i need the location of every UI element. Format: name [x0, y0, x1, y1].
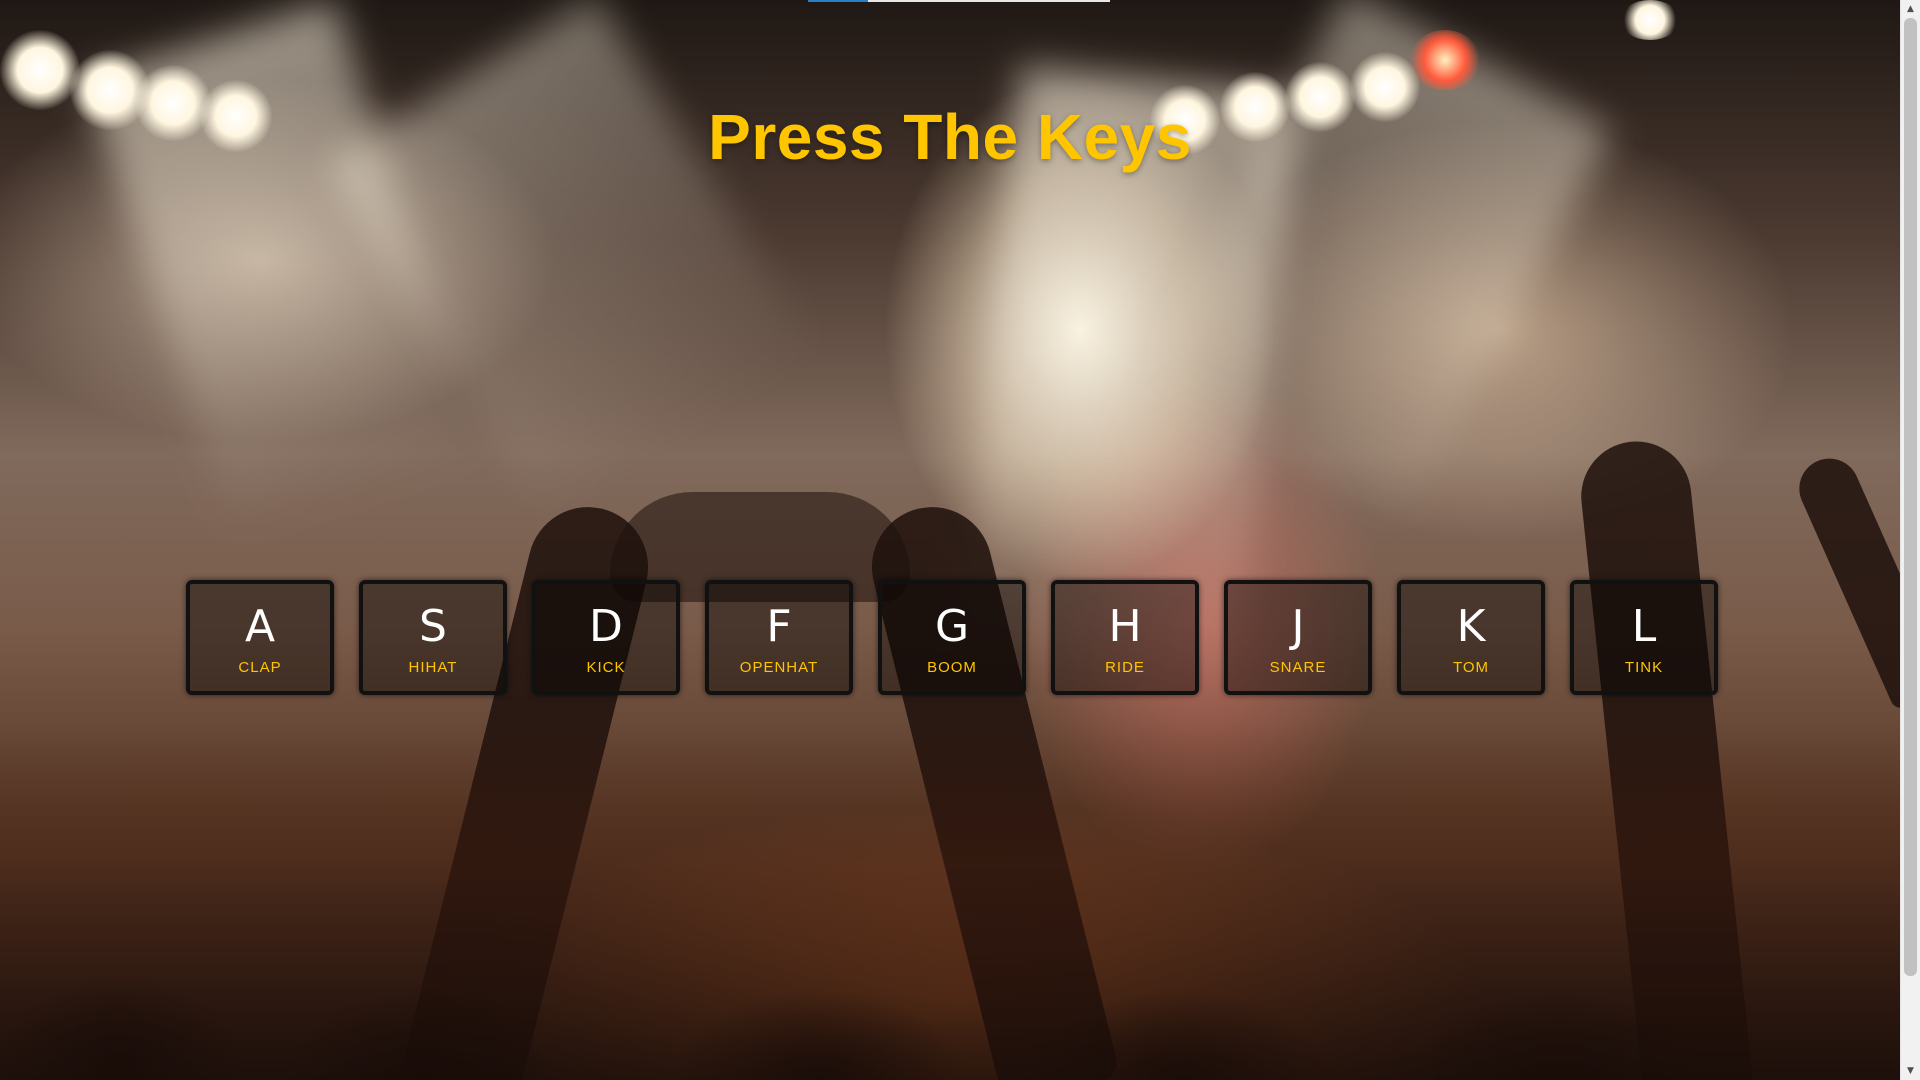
key-letter: L: [1631, 601, 1657, 652]
key-letter: K: [1456, 601, 1486, 652]
key-s[interactable]: S HIHAT: [359, 580, 507, 695]
key-h[interactable]: H RIDE: [1051, 580, 1199, 695]
key-letter: D: [589, 601, 623, 652]
key-d[interactable]: D KICK: [532, 580, 680, 695]
key-sound-label: OPENHAT: [739, 659, 819, 676]
page-title: Press The Keys: [708, 101, 1192, 173]
key-sound-label: KICK: [586, 659, 626, 676]
key-letter: F: [766, 601, 792, 652]
key-g[interactable]: G BOOM: [878, 580, 1026, 695]
scroll-thumb[interactable]: [1904, 18, 1917, 976]
key-letter: S: [419, 601, 447, 652]
crowd-silhouette: [0, 720, 1920, 1080]
stage-light: [1620, 0, 1680, 40]
drum-kit-page: Press The Keys A CLAP S HIHAT D KICK F O…: [0, 0, 1920, 1080]
key-sound-label: TOM: [1452, 659, 1490, 676]
key-l[interactable]: L TINK: [1570, 580, 1718, 695]
vertical-scrollbar[interactable]: ▲ ▼: [1900, 0, 1920, 1080]
stage-light: [0, 30, 80, 110]
key-letter: G: [934, 601, 970, 652]
key-a[interactable]: A CLAP: [186, 580, 334, 695]
key-sound-label: HIHAT: [408, 659, 458, 676]
key-sound-label: TINK: [1624, 659, 1664, 676]
key-sound-label: BOOM: [927, 659, 977, 676]
top-progress-segment: [808, 0, 868, 2]
scroll-down-arrow-icon[interactable]: ▼: [1901, 1062, 1920, 1080]
top-progress-line: [808, 0, 1110, 2]
key-row: A CLAP S HIHAT D KICK F OPENHAT G BOOM H…: [186, 580, 1718, 695]
scroll-up-arrow-icon[interactable]: ▲: [1901, 0, 1920, 18]
key-sound-label: CLAP: [238, 659, 282, 676]
key-k[interactable]: K TOM: [1397, 580, 1545, 695]
key-letter: A: [244, 601, 276, 652]
key-f[interactable]: F OPENHAT: [705, 580, 853, 695]
key-sound-label: RIDE: [1105, 659, 1145, 676]
key-letter: J: [1291, 601, 1305, 652]
stage-light-red: [1410, 30, 1480, 90]
key-sound-label: SNARE: [1269, 659, 1327, 676]
key-letter: H: [1108, 601, 1142, 652]
key-j[interactable]: J SNARE: [1224, 580, 1372, 695]
